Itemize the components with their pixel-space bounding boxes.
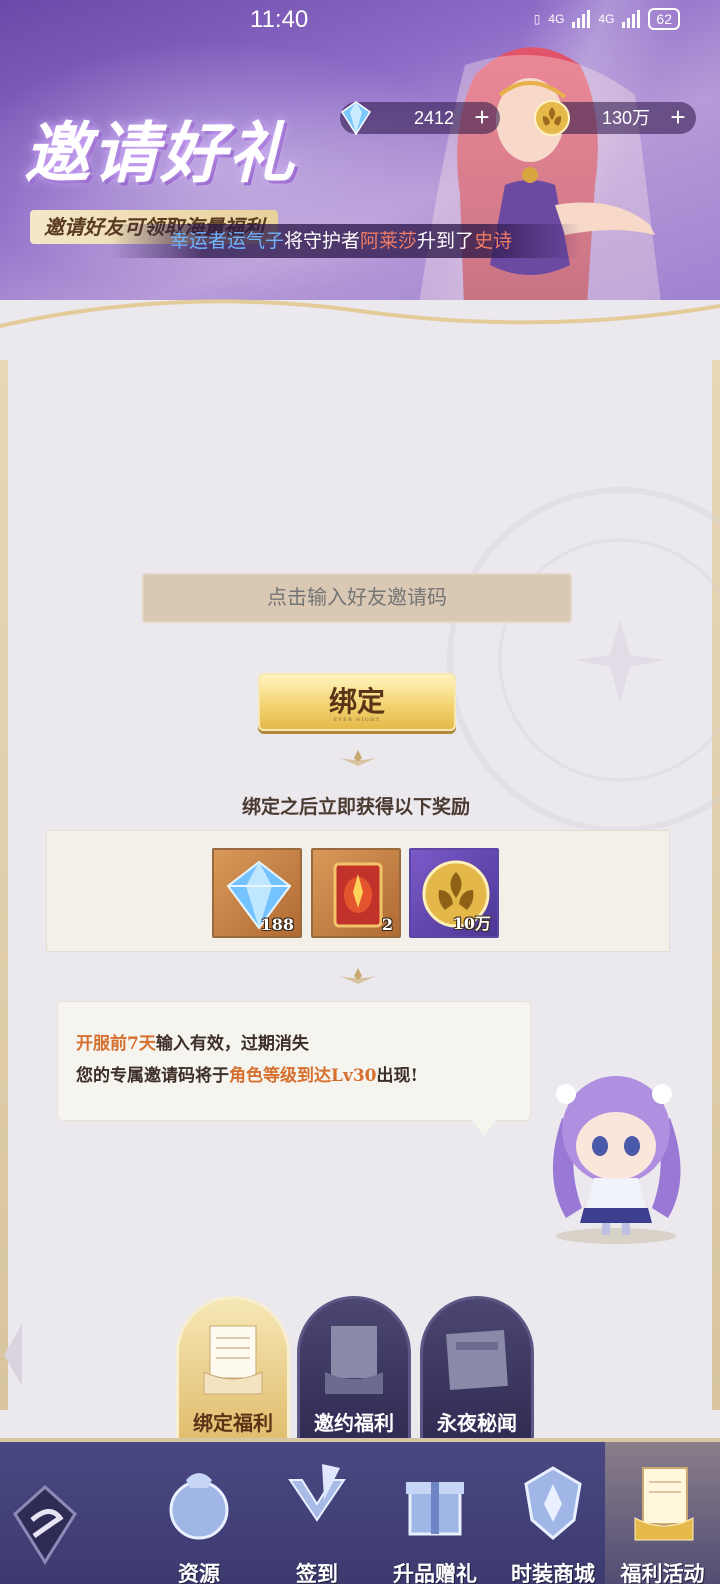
ticker-text: 将守护者 <box>284 230 361 252</box>
diamond-icon <box>340 101 372 136</box>
bind-button-label: 绑定 <box>328 685 385 718</box>
bind-button[interactable]: 绑定 EVER NIGHT <box>258 673 456 731</box>
notice-line-2: 您的专属邀请码将于角色等级到达Lv30出现! <box>76 1060 512 1092</box>
mascot-chibi <box>552 1076 681 1244</box>
side-scroll-arrow[interactable] <box>0 1320 26 1390</box>
ticker-rank: 史诗 <box>474 230 513 252</box>
nav-upgrade-gift[interactable]: 升品赠礼 <box>376 1442 494 1584</box>
panel-top-ornament <box>0 299 720 346</box>
reward-qty: 10万 <box>452 914 491 933</box>
fleur-coin-icon <box>534 100 570 136</box>
notice-highlight: 角色等级到达Lv30 <box>229 1066 377 1086</box>
reward-caption: 绑定之后立即获得以下奖励 <box>241 796 470 818</box>
letter-icon <box>203 1325 263 1395</box>
ornament-divider <box>340 750 376 766</box>
notice-bubble: 开服前7天输入有效，过期消失 您的专属邀请码将于角色等级到达Lv30出现! <box>58 1002 530 1120</box>
ticker-player: 幸运者运气子 <box>170 230 285 252</box>
reward-gems[interactable]: 188 <box>212 848 302 938</box>
tab-bind-rewards[interactable]: 绑定福利 <box>176 1296 290 1444</box>
banner: 邀请好礼 邀请好友可领取海量福利 幸运者运气子将守护者阿莱莎升到了史诗 2412… <box>0 0 720 330</box>
notice-text: 输入有效，过期消失 <box>155 1034 309 1054</box>
newspaper-icon <box>446 1330 508 1390</box>
reward-cards[interactable]: 2 <box>311 848 401 938</box>
coin-value: 130万 <box>601 108 650 128</box>
vibrate-icon: ▯ <box>533 12 541 26</box>
letter-icon <box>325 1326 383 1394</box>
nav-fashion-shop[interactable]: 时装商城 <box>494 1442 612 1584</box>
status-bar: 11:40 ▯ 4G 4G 62 <box>0 0 720 42</box>
notice-line-1: 开服前7天输入有效，过期消失 <box>76 1028 512 1060</box>
status-icons: ▯ 4G 4G 62 <box>534 8 680 30</box>
nav-label: 资源 <box>178 1561 220 1584</box>
bind-button-sub: EVER NIGHT <box>333 717 381 723</box>
notice-text: 出现! <box>376 1066 418 1086</box>
ornament-divider <box>340 968 376 984</box>
gem-balance: 2412 + <box>340 101 500 136</box>
reward-qty: 2 <box>381 915 393 934</box>
quill-icon <box>288 1464 346 1522</box>
ticker-hero: 阿莱莎 <box>360 230 418 252</box>
nav-check-in[interactable]: 签到 <box>258 1442 376 1584</box>
coin-balance: 130万 + <box>534 100 696 136</box>
tab-evernight-news[interactable]: 永夜秘闻 <box>420 1296 534 1444</box>
nav-label: 时装商城 <box>511 1561 595 1584</box>
bottom-nav: 资源 签到 升品赠礼 时装商城 福利活动 <box>0 1438 720 1584</box>
battery-indicator: 62 <box>648 8 680 30</box>
game-logo-icon[interactable] <box>0 1442 90 1584</box>
notice-text: 您的专属邀请码将于 <box>76 1066 229 1086</box>
nav-label: 升品赠礼 <box>393 1561 477 1584</box>
bag-icon <box>169 1473 229 1540</box>
net-label-1: 4G <box>548 12 565 26</box>
nav-label: 福利活动 <box>620 1561 705 1584</box>
event-title: 邀请好礼 <box>24 114 296 192</box>
notice-highlight: 开服前7天 <box>76 1034 156 1054</box>
reward-coins[interactable]: 10万 <box>409 848 499 938</box>
add-coins-button[interactable]: + <box>664 104 692 132</box>
clock: 11:40 <box>250 6 309 33</box>
tab-label: 邀约福利 <box>314 1411 394 1435</box>
nav-resources[interactable]: 资源 <box>140 1442 258 1584</box>
bubble-tail <box>470 1118 498 1136</box>
frame-left <box>0 360 8 1410</box>
ticker-text-2: 升到了 <box>417 230 475 252</box>
tab-label: 绑定福利 <box>193 1411 273 1435</box>
nav-welfare-events[interactable]: 福利活动 <box>605 1442 720 1584</box>
invite-code-input[interactable] <box>142 573 572 623</box>
gift-icon <box>406 1482 464 1536</box>
reward-qty: 188 <box>260 915 294 934</box>
nav-label: 签到 <box>296 1561 338 1584</box>
broadcast-ticker: 幸运者运气子将守护者阿莱莎升到了史诗 <box>110 224 580 258</box>
scroll-icon <box>634 1467 694 1541</box>
gem-value: 2412 <box>413 108 454 128</box>
shield-icon <box>524 1466 582 1540</box>
signal-icon-2 <box>622 10 641 28</box>
signal-icon <box>572 10 591 28</box>
add-gems-button[interactable]: + <box>468 104 496 132</box>
net-label-2: 4G <box>598 12 615 26</box>
tab-label: 永夜秘闻 <box>437 1411 517 1435</box>
tab-invite-rewards[interactable]: 邀约福利 <box>297 1296 411 1444</box>
